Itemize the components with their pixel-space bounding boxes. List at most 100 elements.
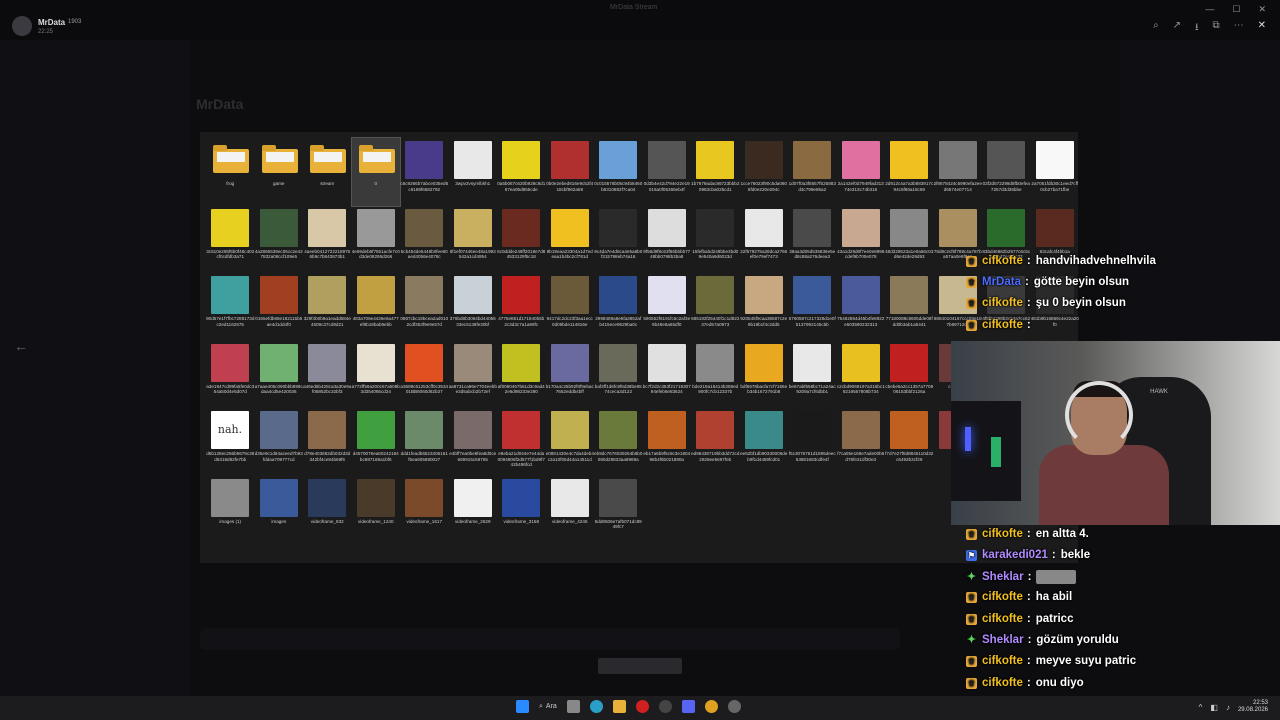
file-explorer-icon[interactable] — [612, 700, 626, 713]
close-viewer-icon[interactable]: ✕ — [1258, 20, 1266, 37]
file-item[interactable]: a7aae405c090bbb899cdaa4cd5e420036 — [255, 341, 304, 409]
network-icon[interactable]: ◧ — [1210, 703, 1218, 712]
folder-item[interactable]: 0 — [350, 137, 401, 207]
file-item[interactable]: videoframe_2629 — [449, 476, 498, 544]
file-item[interactable]: videoframe_3158 — [497, 476, 546, 544]
file-item[interactable]: c6c9266b7abce035ed6c6189f6582792 — [400, 138, 449, 206]
file-item[interactable]: videoframe_4246 — [546, 476, 595, 544]
file-item[interactable]: 75462864d45b4fe8922e503590232313 — [837, 273, 886, 341]
file-item[interactable]: videoframe_1240 — [352, 476, 401, 544]
file-item[interactable]: af0080467b61d3c9ad42e6d98233e290 — [497, 341, 546, 409]
file-item[interactable]: a3689c61253cff0c353401BB6060d62b37 — [400, 341, 449, 409]
volume-icon[interactable]: ♪ — [1226, 703, 1230, 712]
file-item[interactable]: 590552f6191fc5c2af3e9b48e6a65df0 — [643, 273, 692, 341]
file-item[interactable]: 8c0ddde249ff2018e7d84533129f5c18 — [497, 206, 546, 274]
chat-username[interactable]: MrData — [982, 276, 1021, 288]
chat-username[interactable]: cifkofte — [982, 528, 1023, 540]
file-item[interactable]: 0165efdb68e182115b5ae4d1dd4f0 — [255, 273, 304, 341]
file-item[interactable]: images — [255, 476, 304, 544]
file-item[interactable]: ee52bf1db90330006deb9f1d4459fcd01 — [740, 408, 789, 476]
file-item[interactable]: 22f579275a28dca2766ef0e79ef7473 — [740, 206, 789, 274]
chat-username[interactable]: cifkofte — [982, 677, 1023, 689]
file-item[interactable]: nah. d6b128ec256b9679c38d6318d82fe7bb — [206, 408, 255, 476]
taskbar-search[interactable]: ⌕ Ara — [539, 703, 557, 711]
file-item[interactable]: e4bff7ea0be6fea8d0ce669915c58765 — [449, 408, 498, 476]
file-item[interactable]: 329f4b0b9a1eadd684e4509c37cd9d21 — [303, 273, 352, 341]
file-item[interactable]: aa8731ca96e7704eebbe3d5abcb2b72ef — [449, 341, 498, 409]
file-item[interactable]: 376bd8b3064bd4405533ec5138fe30bf — [449, 273, 498, 341]
file-item[interactable]: d35e9c1d94aceed7b93fddaa709777cd — [255, 408, 304, 476]
chat-username[interactable]: karakedi021 — [982, 549, 1048, 561]
folder-item[interactable]: stream — [303, 138, 352, 206]
file-item[interactable]: eb9dc7676039264b6b0080d28833aa8969a — [594, 408, 643, 476]
file-item[interactable]: e8eba21d044e7e44da0094806f2d577f1bd9f742… — [497, 408, 546, 476]
file-item[interactable]: 5dd6506e7af5071dc8949fc7 — [594, 476, 643, 544]
chat-username[interactable]: cifkofte — [982, 319, 1023, 331]
file-item[interactable]: 77180088c8605dde08fdd0b3ab1a5441 — [885, 273, 934, 341]
more-icon[interactable]: ⋯ — [1234, 20, 1244, 37]
file-item[interactable]: 3wpv2vsymlbkh1 — [449, 138, 498, 206]
file-item[interactable]: eb17a6b9f5c8c3e180498b4f6b021880a — [643, 408, 692, 476]
file-item[interactable]: bc7f2d2c353f2171930794efeb6e83624 — [643, 341, 692, 409]
file-item[interactable]: 5cb454de5448b0fee60aed4056e4078c — [400, 206, 449, 274]
discord-icon[interactable] — [681, 700, 695, 713]
file-item[interactable]: bde219a16414b286ed900fc7cb12337b — [691, 341, 740, 409]
message-input[interactable] — [200, 628, 900, 650]
file-item[interactable]: 39aa3d05d535836e5ed8c88a276deea3 — [788, 206, 837, 274]
maximize-icon[interactable]: ☐ — [1232, 4, 1240, 15]
back-arrow-icon[interactable]: ← — [14, 338, 28, 354]
file-item[interactable]: 1d07f0a3f8557f525883d3c799e85a2 — [788, 138, 837, 206]
task-view-icon[interactable] — [566, 700, 580, 713]
file-item[interactable]: 2a142ef0d7949fad31374e313c74b316 — [837, 138, 886, 206]
obs-icon[interactable] — [658, 700, 672, 713]
chat-username[interactable]: Sheklar — [982, 571, 1024, 583]
avatar[interactable] — [12, 16, 32, 36]
chat-username[interactable]: Sheklar — [982, 634, 1024, 646]
chat-username[interactable]: cifkofte — [982, 297, 1023, 309]
file-item[interactable]: 9b19eaa23304a1d7edeaa1b4bc2cf781d — [546, 206, 595, 274]
file-item[interactable]: a772ff59a200c67a509b3d354065cd24 — [352, 341, 401, 409]
file-item[interactable]: 920545f9caa36587c2e9b19b1f4c2dd5 — [740, 273, 789, 341]
file-item[interactable]: d78e403682db032d3d342bf4ce84b69f6 — [303, 408, 352, 476]
folder-item[interactable]: game — [255, 138, 304, 206]
file-item[interactable]: 4e69deb6f7551acfe7c0d3de08295d266 — [352, 206, 401, 274]
file-item[interactable]: 48d329523a1e0a66c03d6e42de29d93 — [885, 206, 934, 274]
file-item[interactable]: e0891430e4c7da4deb4c2a10f05d44a14511d — [546, 408, 595, 476]
file-item[interactable]: d4570076ea60242184bc887169a1bf6 — [352, 408, 401, 476]
file-item[interactable]: 6f1ef07446ee48a1993542a1cd4954 — [449, 206, 498, 274]
file-item[interactable]: ed96438719bb3dd72cd2928ee5697feb — [691, 408, 740, 476]
file-item[interactable]: f5c3076751d1595deec53881683cdfe4f — [788, 408, 837, 476]
file-item[interactable]: 3c510e295f6b0f48c402cf0cdfdb3a71 — [206, 206, 255, 274]
file-item[interactable]: 9c4da7e4d5ca4e5a8b0f315798eb74a16 — [594, 206, 643, 274]
chevron-up-icon[interactable]: ^ — [1199, 703, 1203, 712]
file-item[interactable]: be67abf658bc71a24ac9209a7cf6dbb1 — [788, 341, 837, 409]
edge-icon[interactable] — [589, 700, 603, 713]
file-item[interactable]: 483a706e4436e6a477ef8b18bab9ebb — [352, 273, 401, 341]
file-item[interactable]: f7d7e27f8d8845110d32c6493b3cf29 — [885, 408, 934, 476]
chat-username[interactable]: cifkofte — [982, 255, 1023, 267]
file-item[interactable]: 03f2d572299d8fb0efea7257d3d36bbe — [982, 138, 1031, 206]
file-item[interactable]: 2a7051fdb30c1eed7cff0cb27ba71fbe — [1031, 138, 1080, 206]
file-item[interactable]: 43a1d29d6f7ee0e8998cdef9b700e078 — [837, 206, 886, 274]
file-item[interactable]: 4775e851d171940b5b2c3d3c7a1a99fc — [497, 273, 546, 341]
file-item[interactable]: f7ca05e168e7ade00b6d78fe31df30e3 — [837, 408, 886, 476]
file-item[interactable]: 90d57e1f7fbc7288173dc2ed1162675 — [206, 273, 255, 341]
folder-item[interactable]: frog — [206, 138, 255, 206]
file-item[interactable]: 0c015576b05c94b8460b8310882f7ca04 — [594, 138, 643, 206]
zoom-icon[interactable]: ⌕ — [1153, 20, 1159, 37]
clock[interactable]: 22:53 29.08.2026 — [1238, 700, 1268, 714]
file-item[interactable]: videoframe_1617 — [400, 476, 449, 544]
chat-username[interactable]: cifkofte — [982, 655, 1023, 667]
file-item[interactable]: a46ed5b428ca3a30e9af06852bc32bf3 — [303, 341, 352, 409]
file-item[interactable]: 9f56d9f8c63f66bbbb7748bb0798b3ba8 — [643, 206, 692, 274]
file-item[interactable]: videoframe_832 — [303, 476, 352, 544]
file-item[interactable]: 4a2865539ec05cc2e427832a08ccf109e5 — [255, 206, 304, 274]
popout-icon[interactable]: ⧉ — [1212, 20, 1219, 37]
settings-icon[interactable] — [727, 700, 741, 713]
file-item[interactable]: 5760587c217328d1e0f5137992145c5b — [788, 273, 837, 341]
minimize-icon[interactable]: — — [1205, 4, 1214, 15]
file-item[interactable]: images (1) — [206, 476, 255, 544]
file-item[interactable]: 4aeeb04127222189766b9c7b843873b1 — [303, 206, 352, 274]
file-item[interactable]: a3e1947cd99fa5fe0dc354a50d4e5d07d — [206, 341, 255, 409]
file-item[interactable]: 9417dc2dc23f3aa1ecc0d09bde114816e — [546, 273, 595, 341]
